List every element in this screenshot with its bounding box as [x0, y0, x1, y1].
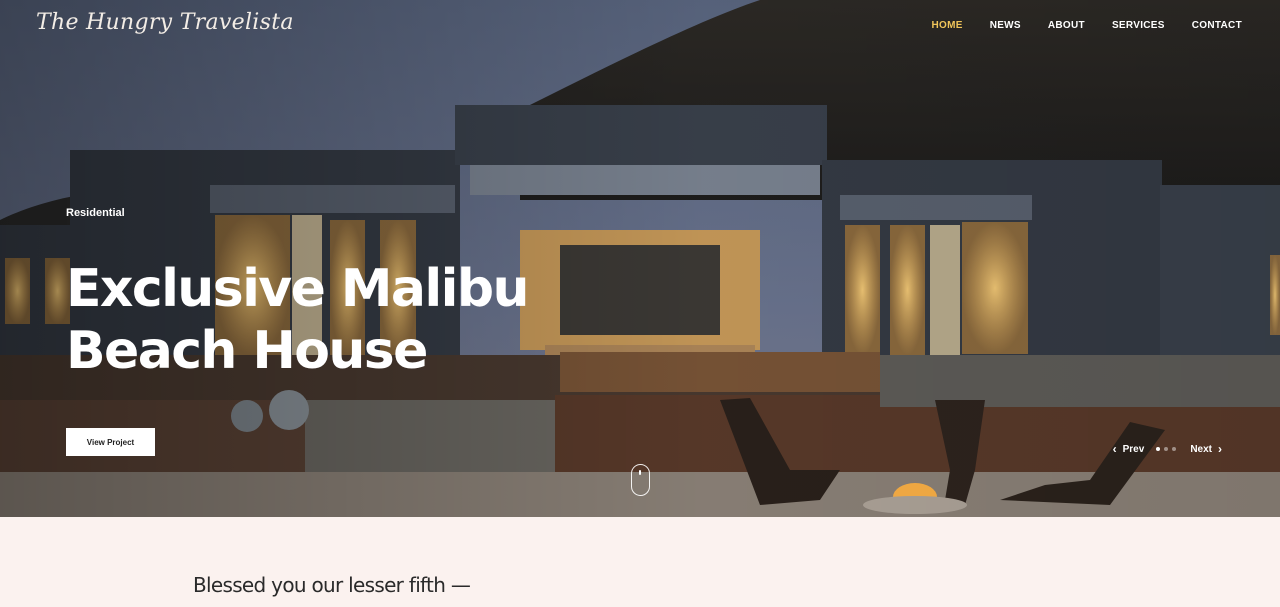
prev-slide-button[interactable]: Prev: [1123, 444, 1145, 455]
nav-item-news[interactable]: NEWS: [990, 20, 1021, 31]
nav-item-about[interactable]: ABOUT: [1048, 20, 1085, 31]
slide-dots: [1156, 447, 1177, 451]
slide-dot[interactable]: [1164, 447, 1169, 451]
slider-controls: ‹ Prev Next ›: [1107, 442, 1228, 456]
intro-heading: Blessed you our lesser fifth —: [193, 573, 471, 597]
site-logo[interactable]: The Hungry Travelista: [36, 10, 294, 35]
next-slide-button[interactable]: Next: [1190, 444, 1212, 455]
chevron-left-icon[interactable]: ‹: [1113, 442, 1117, 456]
hero-section: The Hungry Travelista HOME NEWS ABOUT SE…: [0, 0, 1280, 517]
view-project-button[interactable]: View Project: [66, 428, 155, 456]
nav-item-contact[interactable]: CONTACT: [1192, 20, 1242, 31]
hero-title: Exclusive Malibu Beach House: [66, 259, 530, 381]
hero-category: Residential: [66, 207, 125, 219]
main-nav: HOME NEWS ABOUT SERVICES CONTACT: [904, 20, 1242, 31]
chevron-right-icon[interactable]: ›: [1218, 442, 1222, 456]
nav-item-services[interactable]: SERVICES: [1112, 20, 1165, 31]
mouse-scroll-icon[interactable]: [631, 464, 650, 496]
slide-dot[interactable]: [1172, 447, 1177, 451]
nav-item-home[interactable]: HOME: [931, 20, 962, 31]
slide-dot[interactable]: [1156, 447, 1161, 451]
intro-section: Blessed you our lesser fifth —: [0, 517, 1280, 607]
